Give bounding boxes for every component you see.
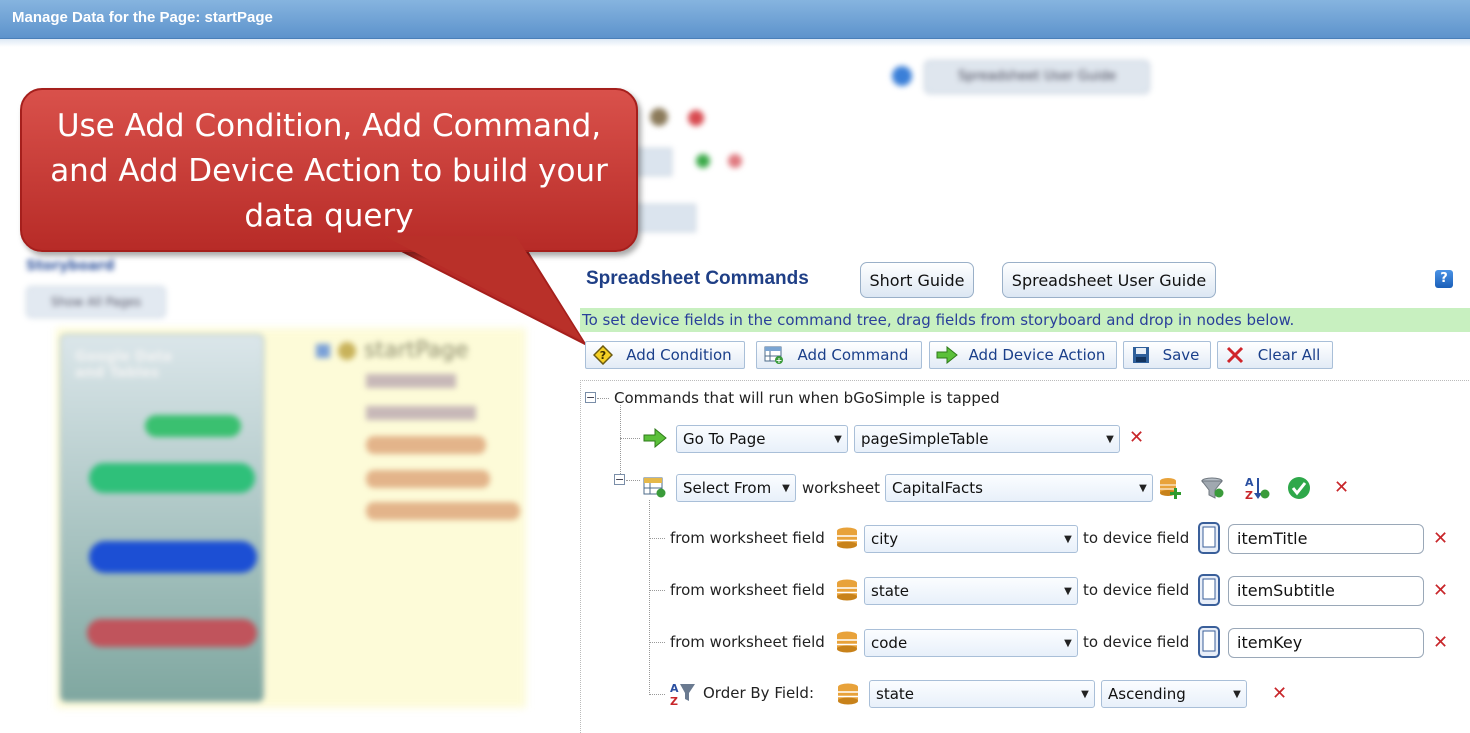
spreadsheet-user-guide-button[interactable]: Spreadsheet User Guide <box>1002 262 1216 298</box>
chevron-down-icon: ▼ <box>1106 433 1114 445</box>
delete-goto-icon[interactable]: ✕ <box>1129 427 1144 448</box>
root-collapse-toggle[interactable]: − <box>585 392 596 403</box>
select-branch-line <box>649 500 650 695</box>
order-direction-select[interactable]: Ascending ▼ <box>1101 680 1247 708</box>
chevron-down-icon: ▼ <box>1064 637 1072 649</box>
chevron-down-icon: ▼ <box>782 482 790 494</box>
sort-az-icon[interactable]: AZ <box>1243 475 1271 505</box>
select-connector <box>626 480 640 481</box>
go-to-page-action-select[interactable]: Go To Page ▼ <box>676 425 848 453</box>
select-mode-value: Select From <box>683 479 772 497</box>
database-icon <box>835 578 859 606</box>
order-by-field-label: Order By Field: <box>703 684 815 702</box>
chevron-down-icon: ▼ <box>1233 688 1241 700</box>
phone-icon <box>1197 574 1221 610</box>
add-device-action-button[interactable]: Add Device Action <box>929 341 1117 369</box>
chevron-down-icon: ▼ <box>834 433 842 445</box>
worksheet-label: worksheet <box>802 479 880 497</box>
svg-text:+: + <box>776 356 783 364</box>
green-arrow-icon <box>936 345 958 365</box>
device-field-input-3[interactable]: itemKey <box>1228 628 1424 658</box>
worksheet-field-value-1: city <box>871 530 899 548</box>
delete-mapping-icon-2[interactable]: ✕ <box>1433 580 1448 601</box>
worksheet-value: CapitalFacts <box>892 479 983 497</box>
worksheet-select[interactable]: CapitalFacts ▼ <box>885 474 1153 502</box>
root-branch-line <box>620 405 621 480</box>
validate-check-icon[interactable] <box>1287 476 1311 504</box>
device-field-input-2[interactable]: itemSubtitle <box>1228 576 1424 606</box>
floppy-disk-icon <box>1130 345 1152 365</box>
add-command-label: Add Command <box>797 346 909 364</box>
clear-all-button[interactable]: Clear All <box>1217 341 1333 369</box>
worksheet-field-select-3[interactable]: code ▼ <box>864 629 1078 657</box>
clear-all-label: Clear All <box>1257 346 1321 364</box>
chevron-down-icon: ▼ <box>1081 688 1089 700</box>
add-condition-label: Add Condition <box>626 346 732 364</box>
from-worksheet-field-label-3: from worksheet field <box>670 633 825 651</box>
database-icon <box>836 682 860 710</box>
phone-icon <box>1197 626 1221 662</box>
go-to-page-arrow-icon <box>643 427 667 452</box>
red-x-icon <box>1224 345 1246 365</box>
add-condition-button[interactable]: ? Add Condition <box>585 341 745 369</box>
select-table-icon <box>643 476 667 502</box>
order-direction-value: Ascending <box>1108 685 1186 703</box>
to-device-field-label-2: to device field <box>1083 581 1190 599</box>
database-icon <box>835 630 859 658</box>
order-field-select[interactable]: state ▼ <box>869 680 1095 708</box>
svg-text:A: A <box>670 682 679 695</box>
short-guide-label: Short Guide <box>869 270 965 290</box>
delete-mapping-icon-1[interactable]: ✕ <box>1433 528 1448 549</box>
mapping-connector-2 <box>649 590 665 591</box>
go-to-page-action-value: Go To Page <box>683 430 766 448</box>
go-to-page-target-value: pageSimpleTable <box>861 430 989 448</box>
add-command-button[interactable]: + Add Command <box>756 341 922 369</box>
device-field-input-1[interactable]: itemTitle <box>1228 524 1424 554</box>
help-icon[interactable]: ? <box>1435 270 1453 288</box>
chevron-down-icon: ▼ <box>1064 585 1072 597</box>
goto-connector <box>620 438 640 439</box>
drag-hint-bar: To set device fields in the command tree… <box>580 308 1470 332</box>
to-device-field-label-1: to device field <box>1083 529 1190 547</box>
sort-order-icon: AZ <box>669 681 697 711</box>
svg-text:Z: Z <box>670 695 678 707</box>
order-field-value: state <box>876 685 914 703</box>
mapping-connector-3 <box>649 642 665 643</box>
select-mode-select[interactable]: Select From ▼ <box>676 474 796 502</box>
database-icon <box>835 526 859 554</box>
add-device-action-label: Add Device Action <box>968 346 1106 364</box>
svg-text:Z: Z <box>1245 489 1253 501</box>
worksheet-field-value-2: state <box>871 582 909 600</box>
save-label: Save <box>1162 346 1200 364</box>
delete-select-icon[interactable]: ✕ <box>1334 477 1349 498</box>
phone-icon <box>1197 522 1221 558</box>
spreadsheet-commands-title: Spreadsheet Commands <box>586 268 809 289</box>
from-worksheet-field-label-2: from worksheet field <box>670 581 825 599</box>
chevron-down-icon: ▼ <box>1139 482 1147 494</box>
spreadsheet-user-guide-label: Spreadsheet User Guide <box>1011 270 1207 290</box>
add-field-mapping-icon[interactable] <box>1158 476 1184 504</box>
mapping-connector-1 <box>649 538 665 539</box>
to-device-field-label-3: to device field <box>1083 633 1190 651</box>
delete-mapping-icon-3[interactable]: ✕ <box>1433 632 1448 653</box>
command-table-icon: + <box>763 345 785 365</box>
delete-order-icon[interactable]: ✕ <box>1272 683 1287 704</box>
worksheet-field-select-2[interactable]: state ▼ <box>864 577 1078 605</box>
short-guide-button[interactable]: Short Guide <box>860 262 974 298</box>
select-collapse-toggle[interactable]: − <box>614 474 625 485</box>
root-connector <box>597 398 609 399</box>
worksheet-field-select-1[interactable]: city ▼ <box>864 525 1078 553</box>
svg-text:A: A <box>1245 476 1254 489</box>
svg-text:?: ? <box>600 349 606 362</box>
from-worksheet-field-label-1: from worksheet field <box>670 529 825 547</box>
save-button[interactable]: Save <box>1123 341 1211 369</box>
condition-diamond-icon: ? <box>592 345 614 365</box>
commands-root-label: Commands that will run when bGoSimple is… <box>614 389 1000 407</box>
worksheet-field-value-3: code <box>871 634 908 652</box>
order-connector <box>649 694 665 695</box>
chevron-down-icon: ▼ <box>1064 533 1072 545</box>
filter-funnel-icon[interactable] <box>1200 476 1226 504</box>
go-to-page-target-select[interactable]: pageSimpleTable ▼ <box>854 425 1120 453</box>
